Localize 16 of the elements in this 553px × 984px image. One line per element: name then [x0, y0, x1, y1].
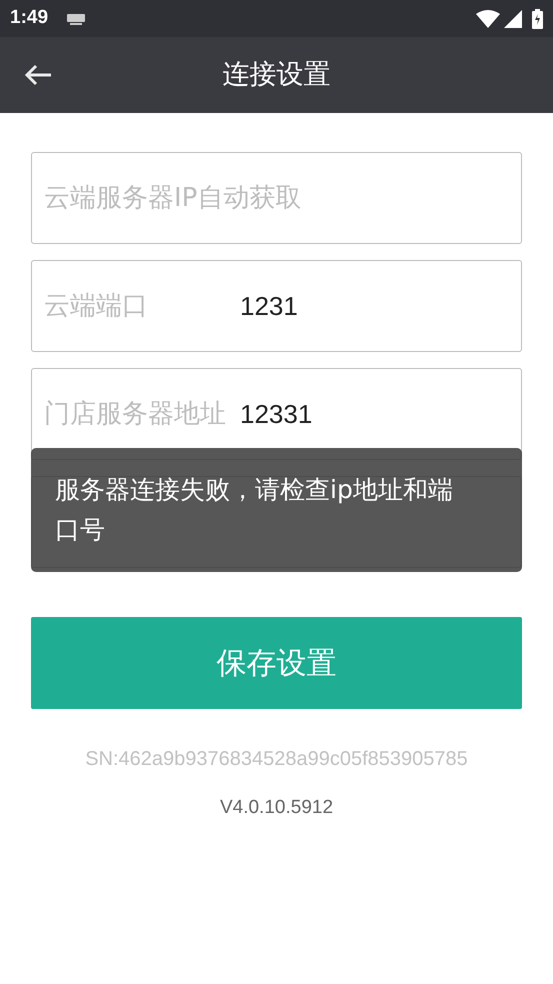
version-text: V4.0.10.5912 [218, 796, 334, 820]
wifi-icon [476, 10, 500, 28]
field-label: 云端端口 [44, 290, 149, 322]
field-label: 门店服务器地址 [44, 398, 227, 430]
serial-number: SN:462a9b9376834528a99c05f853905785 [84, 747, 469, 772]
status-time: 1:49 [10, 6, 48, 30]
input-field[interactable]: 云端端口 1231 [31, 260, 522, 352]
field-value: 12331 [240, 398, 312, 430]
battery-icon [532, 8, 543, 28]
error-toast: 服务器连接失败，请检查ip地址和端口号 [31, 448, 522, 572]
keyboard-icon [66, 12, 86, 24]
signal-icon [504, 10, 522, 28]
field-value: 1231 [240, 290, 298, 322]
input-field[interactable]: 云端服务器IP自动获取 [31, 152, 522, 244]
back-arrow-icon [24, 64, 52, 86]
page-title: 连接设置 [222, 58, 330, 92]
